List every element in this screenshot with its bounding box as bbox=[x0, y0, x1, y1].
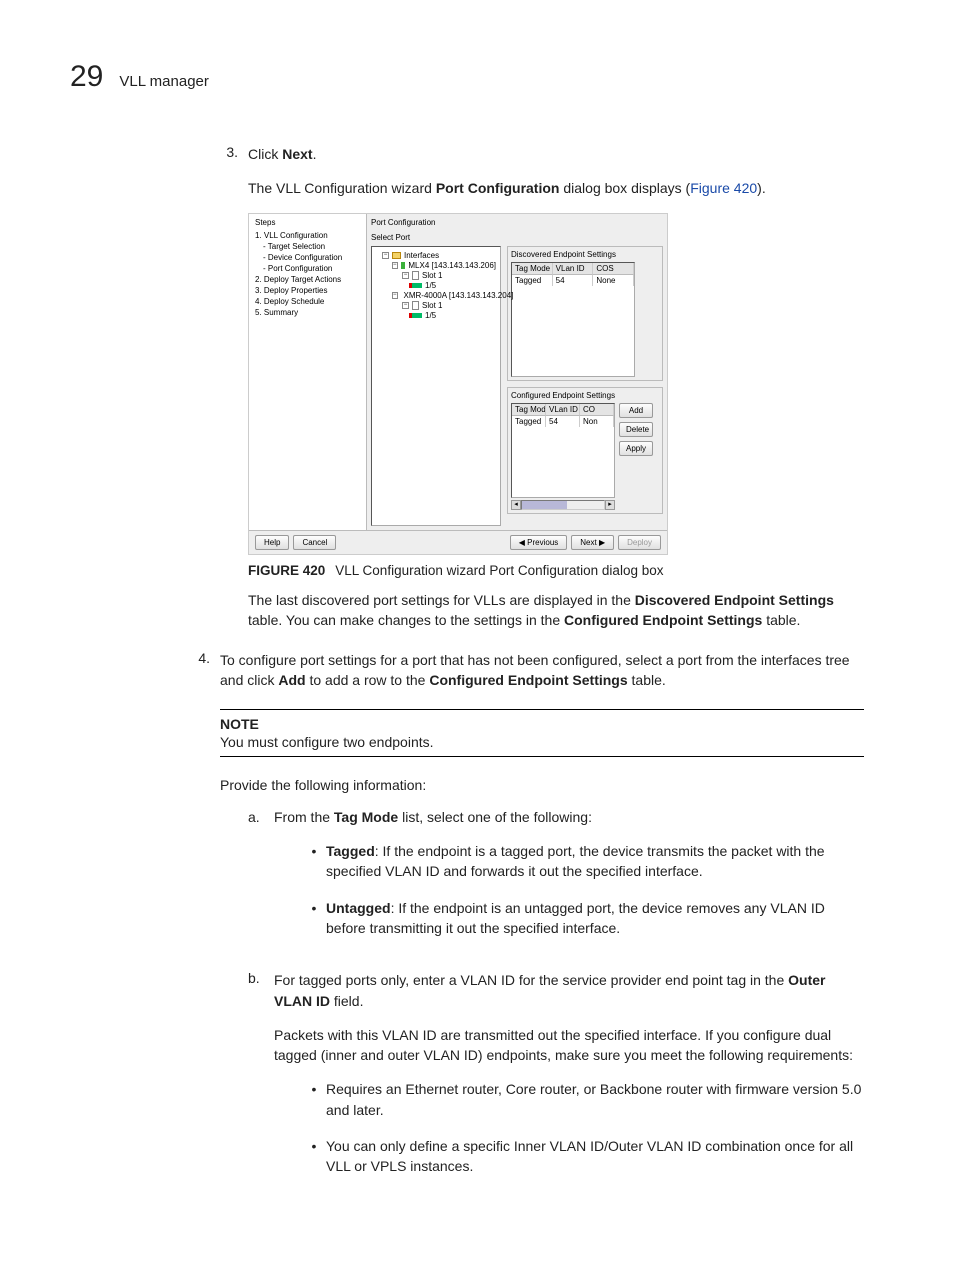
steps-panel: Steps 1. VLL Configuration - Target Sele… bbox=[249, 214, 367, 530]
previous-button[interactable]: ◀ Previous bbox=[510, 535, 568, 550]
scroll-right-icon[interactable]: ▸ bbox=[605, 500, 615, 510]
horizontal-scrollbar[interactable]: ◂ ▸ bbox=[511, 500, 615, 510]
delete-button[interactable]: Delete bbox=[619, 422, 653, 437]
apply-button[interactable]: Apply bbox=[619, 441, 653, 456]
bullet-icon: • bbox=[302, 898, 326, 939]
bullet-icon: • bbox=[302, 841, 326, 882]
help-button[interactable]: Help bbox=[255, 535, 289, 550]
slot-icon bbox=[412, 301, 419, 310]
slot-icon bbox=[412, 271, 419, 280]
collapse-icon[interactable]: − bbox=[402, 272, 409, 279]
add-button[interactable]: Add bbox=[619, 403, 653, 418]
substep-b: b. For tagged ports only, enter a VLAN I… bbox=[248, 970, 864, 1192]
configured-settings-group: Configured Endpoint Settings Tag Mode VL… bbox=[507, 387, 663, 514]
next-button[interactable]: Next ▶ bbox=[571, 535, 614, 550]
deploy-button[interactable]: Deploy bbox=[618, 535, 661, 550]
dialog-button-bar: Help Cancel ◀ Previous Next ▶ Deploy bbox=[249, 531, 667, 554]
port-icon bbox=[412, 313, 422, 318]
collapse-icon[interactable]: − bbox=[392, 292, 398, 299]
dialog-screenshot: Steps 1. VLL Configuration - Target Sele… bbox=[248, 213, 668, 555]
port-config-panel: Port Configuration Select Port −Interfac… bbox=[367, 214, 667, 530]
configured-settings-table[interactable]: Tag Mode VLan ID CO Tagged 54 bbox=[511, 403, 615, 498]
bullet-req-2: • You can only define a specific Inner V… bbox=[302, 1136, 864, 1177]
step-3-line2: The VLL Configuration wizard Port Config… bbox=[248, 178, 864, 198]
scroll-left-icon[interactable]: ◂ bbox=[511, 500, 521, 510]
device-icon bbox=[401, 262, 406, 269]
cancel-button[interactable]: Cancel bbox=[293, 535, 336, 550]
step-3-num: 3. bbox=[220, 144, 248, 644]
figure-caption: FIGURE 420VLL Configuration wizard Port … bbox=[248, 563, 864, 578]
discovered-settings-table[interactable]: Tag Mode VLan ID COS Tagged 54 None bbox=[511, 262, 635, 377]
bullet-icon: • bbox=[302, 1079, 326, 1120]
step-4-text: To configure port settings for a port th… bbox=[220, 650, 864, 691]
bullet-tagged: • Tagged: If the endpoint is a tagged po… bbox=[302, 841, 864, 882]
content: 3. Click Next. The VLL Configuration wiz… bbox=[220, 144, 864, 1209]
collapse-icon[interactable]: − bbox=[382, 252, 389, 259]
bullet-untagged: • Untagged: If the endpoint is an untagg… bbox=[302, 898, 864, 939]
step-4: 4. To configure port settings for a port… bbox=[192, 650, 864, 1208]
step-3-line1: Click Next. bbox=[248, 144, 864, 164]
bullet-icon: • bbox=[302, 1136, 326, 1177]
provide-line: Provide the following information: bbox=[220, 775, 864, 795]
post-figure-text: The last discovered port settings for VL… bbox=[248, 590, 864, 631]
bullet-req-1: • Requires an Ethernet router, Core rout… bbox=[302, 1079, 864, 1120]
collapse-icon[interactable]: − bbox=[392, 262, 398, 269]
page-title: VLL manager bbox=[119, 73, 209, 90]
page-header: 29 VLL manager bbox=[70, 60, 884, 94]
note-block: NOTE You must configure two endpoints. bbox=[220, 709, 864, 757]
interfaces-tree[interactable]: −Interfaces −MLX4 [143.143.143.206] −Slo… bbox=[371, 246, 501, 526]
collapse-icon[interactable]: − bbox=[402, 302, 409, 309]
figure-link[interactable]: Figure 420 bbox=[690, 180, 757, 196]
step-3: 3. Click Next. The VLL Configuration wiz… bbox=[220, 144, 864, 644]
figure-420: Steps 1. VLL Configuration - Target Sele… bbox=[248, 213, 864, 578]
page-number: 29 bbox=[70, 60, 103, 94]
substep-a: a. From the Tag Mode list, select one of… bbox=[248, 809, 864, 954]
step-4-num: 4. bbox=[192, 650, 220, 1208]
folder-icon bbox=[392, 252, 401, 259]
port-icon bbox=[412, 283, 422, 288]
discovered-settings-group: Discovered Endpoint Settings Tag Mode VL… bbox=[507, 246, 663, 381]
